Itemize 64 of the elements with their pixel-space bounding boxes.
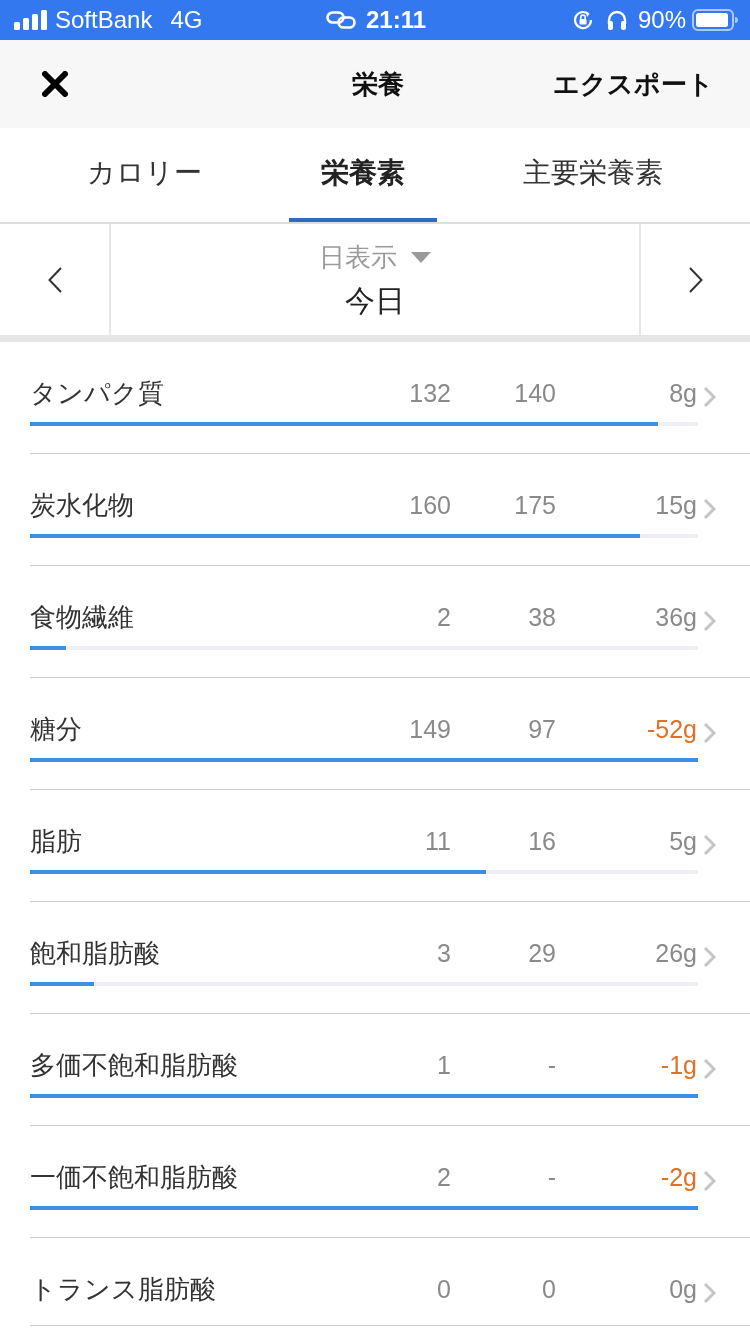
nutrient-name: 食物繊維 bbox=[30, 600, 135, 634]
value-text: 11 bbox=[425, 826, 451, 856]
value-text: 132 bbox=[409, 378, 451, 408]
caret-down-icon bbox=[411, 251, 431, 263]
value-text: 15g bbox=[655, 490, 697, 520]
value-text: 3 bbox=[437, 938, 451, 968]
nutrient-name: 多価不飽和脂肪酸 bbox=[30, 1048, 239, 1082]
value-text: 97 bbox=[528, 714, 556, 744]
nutrient-name: トランス脂肪酸 bbox=[30, 1272, 217, 1306]
value-text: 140 bbox=[514, 378, 556, 408]
chevron-right-icon[interactable] bbox=[703, 722, 716, 744]
chevron-right-icon[interactable] bbox=[703, 946, 716, 968]
value-text: 2 bbox=[437, 602, 451, 632]
value-text: 8g bbox=[669, 378, 697, 408]
tab[interactable]: 主要栄養素 bbox=[491, 128, 696, 222]
value-text: - bbox=[547, 1050, 556, 1080]
value-text: - bbox=[547, 1162, 556, 1192]
value-text: 5g bbox=[669, 826, 697, 856]
value-text: 0 bbox=[437, 1274, 451, 1304]
tab[interactable]: カロリー bbox=[54, 128, 234, 222]
chevron-left-icon bbox=[47, 266, 62, 293]
value-text: 29 bbox=[528, 938, 556, 968]
network-type: 4G bbox=[170, 6, 203, 34]
nutrient-name: タンパク質 bbox=[30, 376, 165, 410]
link-icon bbox=[325, 11, 356, 29]
nutrient-name: 糖分 bbox=[30, 712, 83, 746]
chevron-right-icon[interactable] bbox=[703, 386, 716, 408]
headphones-icon bbox=[605, 9, 628, 31]
chevron-right-icon[interactable] bbox=[703, 1170, 716, 1192]
value-text: 38 bbox=[528, 602, 556, 632]
chevron-right-icon[interactable] bbox=[703, 498, 716, 520]
nutrient-name: 脂肪 bbox=[30, 824, 83, 858]
value-text: 1 bbox=[437, 1050, 451, 1080]
chevron-right-icon[interactable] bbox=[703, 834, 716, 856]
value-text: 36g bbox=[655, 602, 697, 632]
chevron-right-icon[interactable] bbox=[703, 610, 716, 632]
close-icon[interactable] bbox=[42, 71, 68, 97]
nutrient-name: 飽和脂肪酸 bbox=[30, 936, 161, 970]
clock-time: 21:11 bbox=[365, 6, 427, 34]
value-text: 175 bbox=[514, 490, 556, 520]
battery-icon bbox=[692, 9, 738, 31]
nutrient-name: 炭水化物 bbox=[30, 488, 135, 522]
value-text: 0 bbox=[542, 1274, 556, 1304]
chevron-right-icon[interactable] bbox=[703, 1058, 716, 1080]
tab[interactable]: 栄養素 bbox=[288, 128, 437, 222]
value-text: 2 bbox=[437, 1162, 451, 1192]
value-text: -2g bbox=[660, 1162, 697, 1192]
nutrient-name: 一価不飽和脂肪酸 bbox=[30, 1160, 239, 1194]
value-text: -1g bbox=[660, 1050, 697, 1080]
value-text: 26g bbox=[655, 938, 697, 968]
export-button[interactable]: エクスポート bbox=[553, 66, 714, 102]
value-text: 160 bbox=[409, 490, 451, 520]
chevron-right-icon bbox=[688, 266, 703, 293]
value-text: 16 bbox=[528, 826, 556, 856]
carrier-name: SoftBank bbox=[55, 6, 153, 34]
battery-percent: 90% bbox=[637, 6, 686, 34]
value-text: -52g bbox=[646, 714, 697, 744]
signal-icon bbox=[14, 10, 47, 30]
value-text: 149 bbox=[409, 714, 451, 744]
rotation-lock-icon bbox=[571, 9, 594, 31]
screen-title: 栄養 bbox=[352, 67, 404, 101]
date-label: 今日 bbox=[345, 282, 405, 319]
value-text: 0g bbox=[669, 1274, 697, 1304]
chevron-right-icon[interactable] bbox=[703, 1282, 716, 1304]
